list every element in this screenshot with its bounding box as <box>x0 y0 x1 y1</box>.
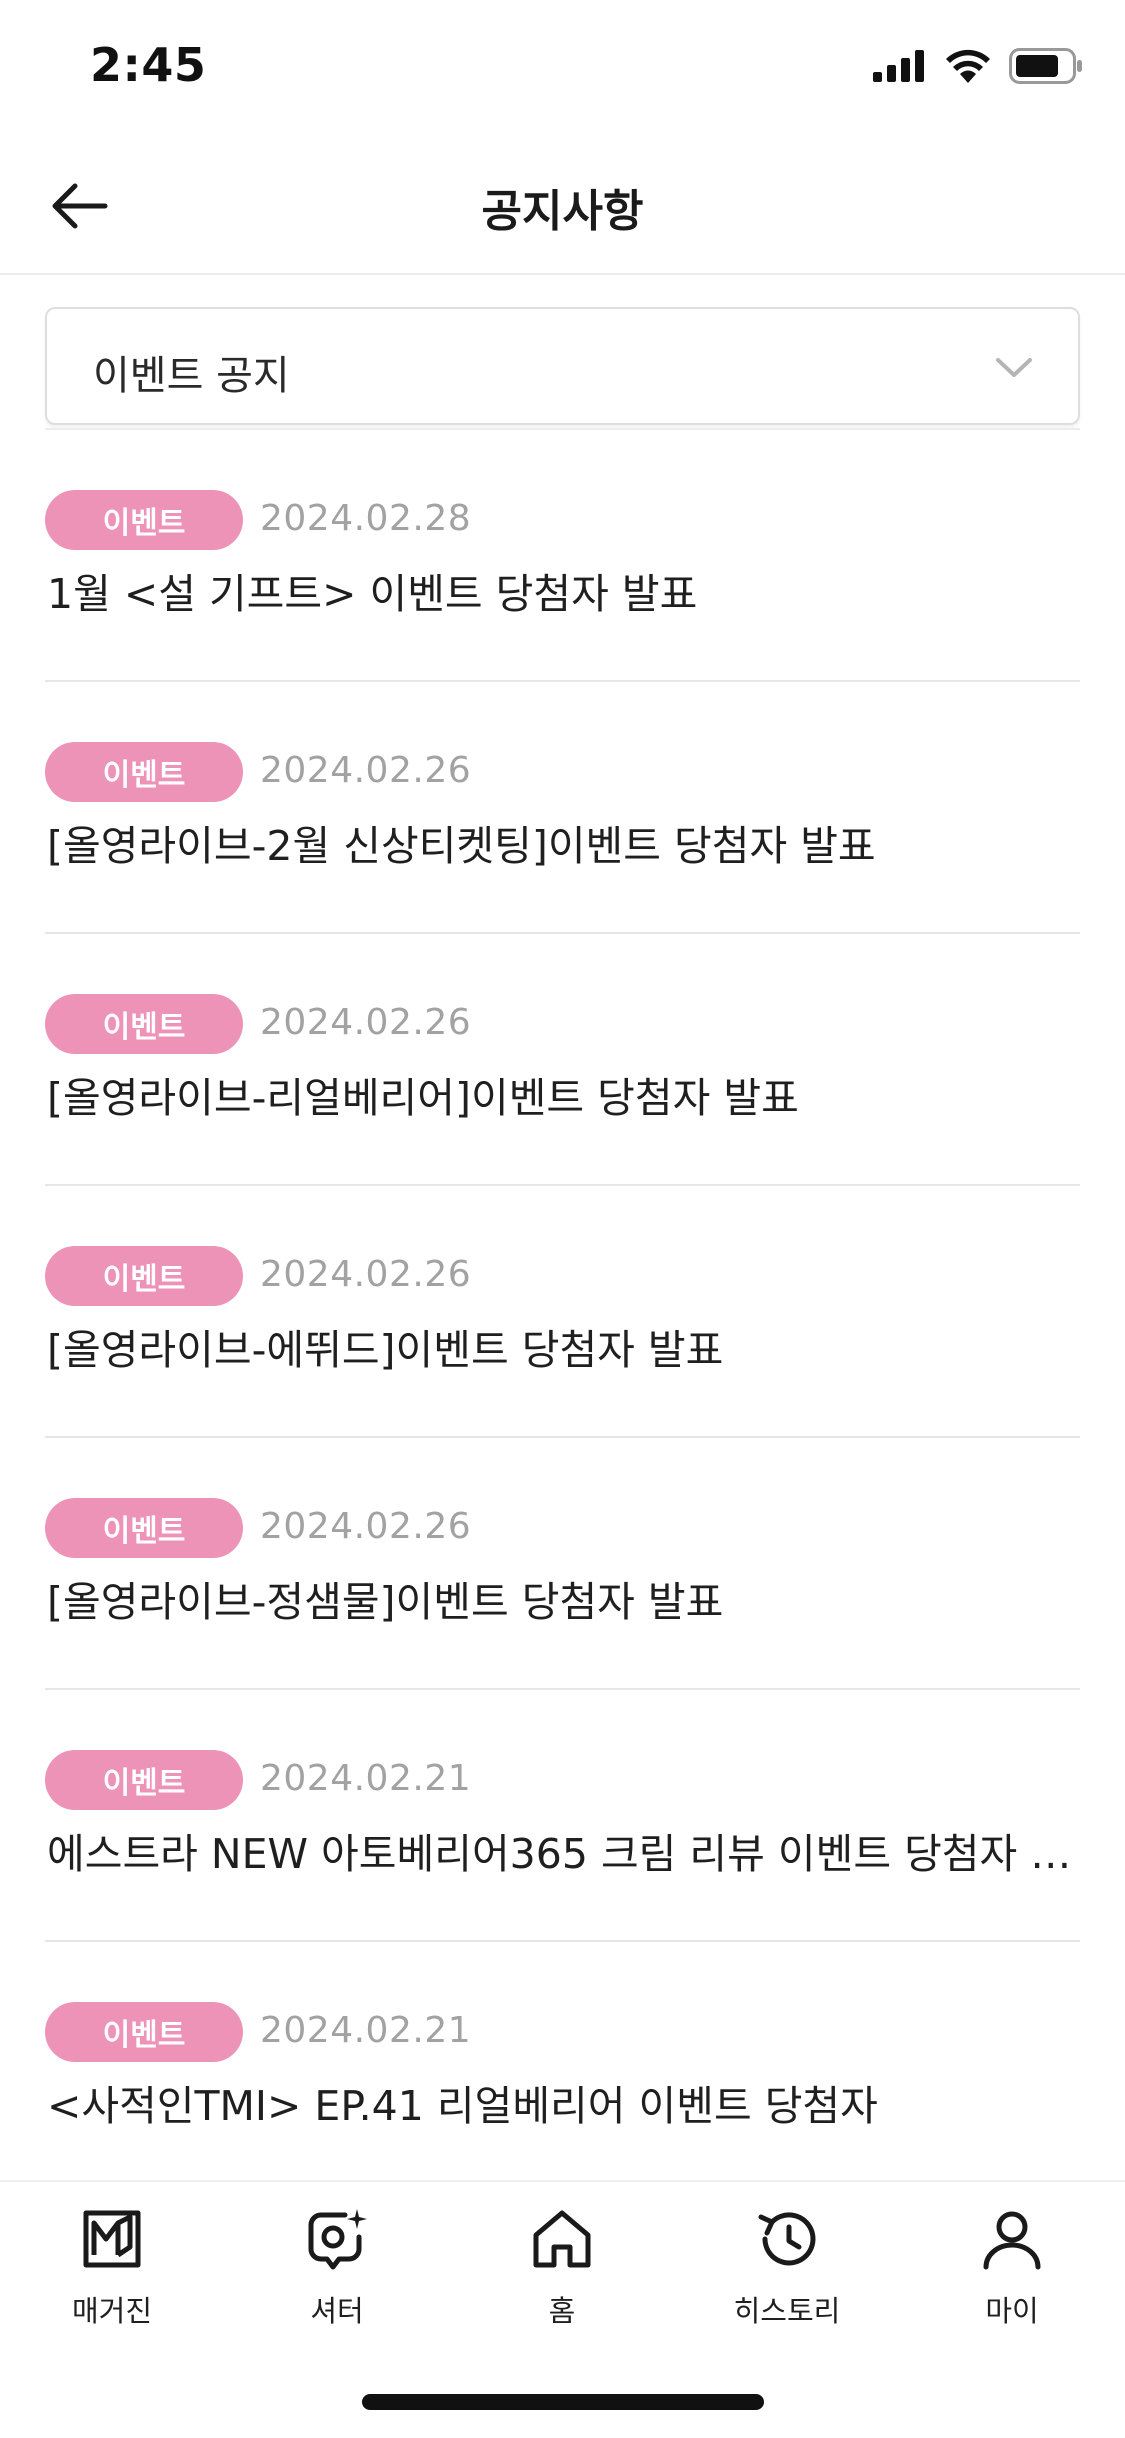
chevron-down-icon <box>996 358 1032 377</box>
category-badge: 이벤트 <box>45 2002 243 2062</box>
tab-label: 홈 <box>548 2294 576 2328</box>
battery-icon <box>1009 48 1082 84</box>
tab-home[interactable]: 홈 <box>472 2204 652 2344</box>
category-badge: 이벤트 <box>45 1750 243 1810</box>
tab-label: 셔터 <box>310 2294 364 2328</box>
home-icon <box>527 2204 597 2274</box>
shutter-camera-icon <box>302 2204 372 2274</box>
category-badge: 이벤트 <box>45 742 243 802</box>
category-select[interactable]: 이벤트 공지 <box>45 307 1080 425</box>
category-select-value: 이벤트 공지 <box>93 353 290 399</box>
tab-label: 마이 <box>985 2294 1039 2328</box>
person-icon <box>977 2204 1047 2274</box>
status-bar: 2:45 <box>0 0 1125 135</box>
notice-date: 2024.02.26 <box>260 1506 472 1547</box>
notice-date: 2024.02.21 <box>260 1758 472 1799</box>
notice-title: [올영라이브-에뛰드]이벤트 당첨자 발표 <box>47 1326 724 1374</box>
tab-shutter[interactable]: 셔터 <box>247 2204 427 2344</box>
notice-item[interactable]: 이벤트 2024.02.26 [올영라이브-에뛰드]이벤트 당첨자 발표 <box>45 1186 1080 1438</box>
category-badge: 이벤트 <box>45 1246 243 1306</box>
tab-my[interactable]: 마이 <box>922 2204 1102 2344</box>
notice-title: [올영라이브-리얼베리어]이벤트 당첨자 발표 <box>47 1074 799 1122</box>
header: 공지사항 <box>0 135 1125 275</box>
notice-date: 2024.02.26 <box>260 1002 472 1043</box>
status-time: 2:45 <box>90 38 207 92</box>
category-badge: 이벤트 <box>45 994 243 1054</box>
notice-date: 2024.02.28 <box>260 498 472 539</box>
notice-item[interactable]: 이벤트 2024.02.21 <사적인TMI> EP.41 리얼베리어 이벤트 … <box>45 1942 1080 2194</box>
notice-item[interactable]: 이벤트 2024.02.21 에스트라 NEW 아토베리어365 크림 리뷰 이… <box>45 1690 1082 1942</box>
tab-label: 매거진 <box>71 2294 153 2328</box>
notice-date: 2024.02.21 <box>260 2010 472 2051</box>
notice-item[interactable]: 이벤트 2024.02.26 [올영라이브-리얼베리어]이벤트 당첨자 발표 <box>45 934 1080 1186</box>
notice-title: 에스트라 NEW 아토베리어365 크림 리뷰 이벤트 당첨자 발표 <box>47 1830 1082 1878</box>
cellular-signal-icon <box>873 50 924 82</box>
notice-list: 이벤트 2024.02.28 1월 <설 기프트> 이벤트 당첨자 발표 이벤트… <box>45 428 1082 2194</box>
magazine-icon <box>77 2204 147 2274</box>
notice-date: 2024.02.26 <box>260 1254 472 1295</box>
notice-item[interactable]: 이벤트 2024.02.28 1월 <설 기프트> 이벤트 당첨자 발표 <box>45 430 1080 682</box>
tab-magazine[interactable]: 매거진 <box>22 2204 202 2344</box>
tab-label: 히스토리 <box>733 2294 841 2328</box>
category-badge: 이벤트 <box>45 1498 243 1558</box>
notice-title: 1월 <설 기프트> 이벤트 당첨자 발표 <box>47 570 698 618</box>
notice-date: 2024.02.26 <box>260 750 472 791</box>
notice-item[interactable]: 이벤트 2024.02.26 [올영라이브-2월 신상티켓팅]이벤트 당첨자 발… <box>45 682 1080 934</box>
notice-item[interactable]: 이벤트 2024.02.26 [올영라이브-정샘물]이벤트 당첨자 발표 <box>45 1438 1080 1690</box>
history-clock-icon <box>752 2204 822 2274</box>
tab-history[interactable]: 히스토리 <box>697 2204 877 2344</box>
page-title: 공지사항 <box>481 186 644 237</box>
wifi-icon <box>946 49 990 83</box>
notice-title: [올영라이브-2월 신상티켓팅]이벤트 당첨자 발표 <box>47 822 876 870</box>
notice-title: [올영라이브-정샘물]이벤트 당첨자 발표 <box>47 1578 724 1626</box>
category-badge: 이벤트 <box>45 490 243 550</box>
notice-title: <사적인TMI> EP.41 리얼베리어 이벤트 당첨자 <box>47 2082 878 2130</box>
status-icons <box>873 48 1083 84</box>
home-indicator <box>362 2394 764 2410</box>
